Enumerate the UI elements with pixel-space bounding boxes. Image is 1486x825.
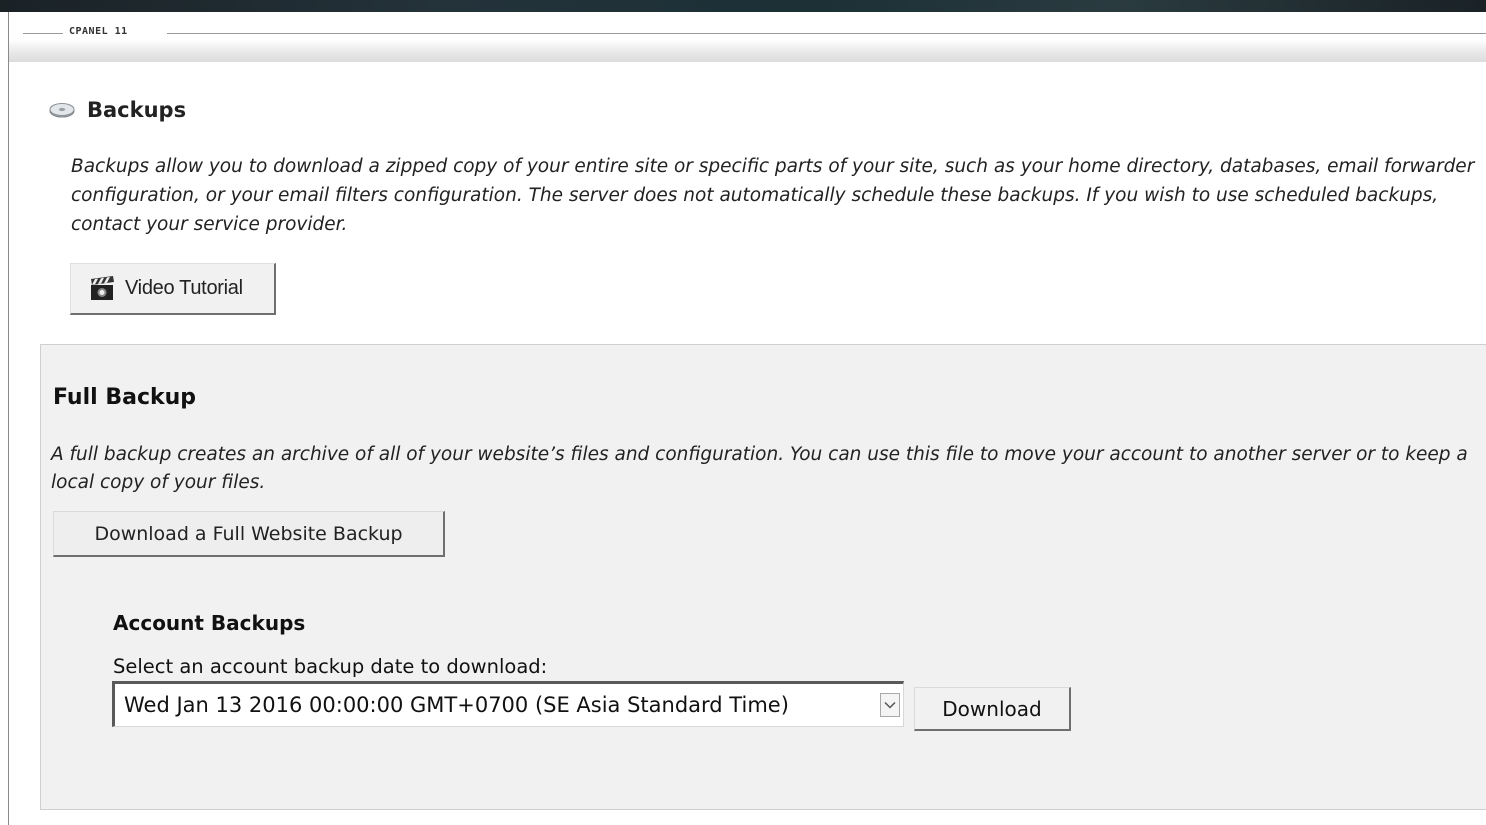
- download-full-backup-button[interactable]: Download a Full Website Backup: [53, 511, 445, 557]
- section-rule-left: [23, 33, 63, 34]
- account-backup-date-select[interactable]: Wed Jan 13 2016 00:00:00 GMT+0700 (SE As…: [112, 681, 904, 727]
- page-title: Backups: [87, 98, 187, 122]
- selected-backup-date: Wed Jan 13 2016 00:00:00 GMT+0700 (SE As…: [124, 693, 789, 717]
- page-heading: Backups: [49, 98, 186, 122]
- dropdown-arrow[interactable]: [880, 693, 900, 717]
- content-frame: CPANEL 11 Backups Backups allow you to d…: [8, 12, 1486, 825]
- disk-icon: [49, 103, 75, 118]
- video-tutorial-label: Video Tutorial: [125, 277, 243, 299]
- page-description: Backups allow you to download a zipped c…: [71, 156, 1475, 235]
- section-rule-right: [167, 33, 1486, 34]
- section-label: CPANEL 11: [69, 26, 128, 37]
- cpanel-section-band: CPANEL 11: [9, 12, 1486, 62]
- video-camera-icon: [91, 275, 114, 300]
- top-header-strip: [0, 0, 1486, 12]
- account-backup-select-label: Select an account backup date to downloa…: [113, 655, 548, 678]
- download-account-backup-button[interactable]: Download: [914, 687, 1071, 731]
- full-backup-heading: Full Backup: [53, 385, 197, 410]
- video-tutorial-button[interactable]: Video Tutorial: [70, 263, 276, 315]
- account-backups-heading: Account Backups: [113, 611, 306, 635]
- full-backup-description: A full backup creates an archive of all …: [51, 444, 1468, 493]
- full-backup-panel: Full Backup A full backup creates an arc…: [40, 344, 1486, 810]
- chevron-down-icon: [884, 701, 896, 709]
